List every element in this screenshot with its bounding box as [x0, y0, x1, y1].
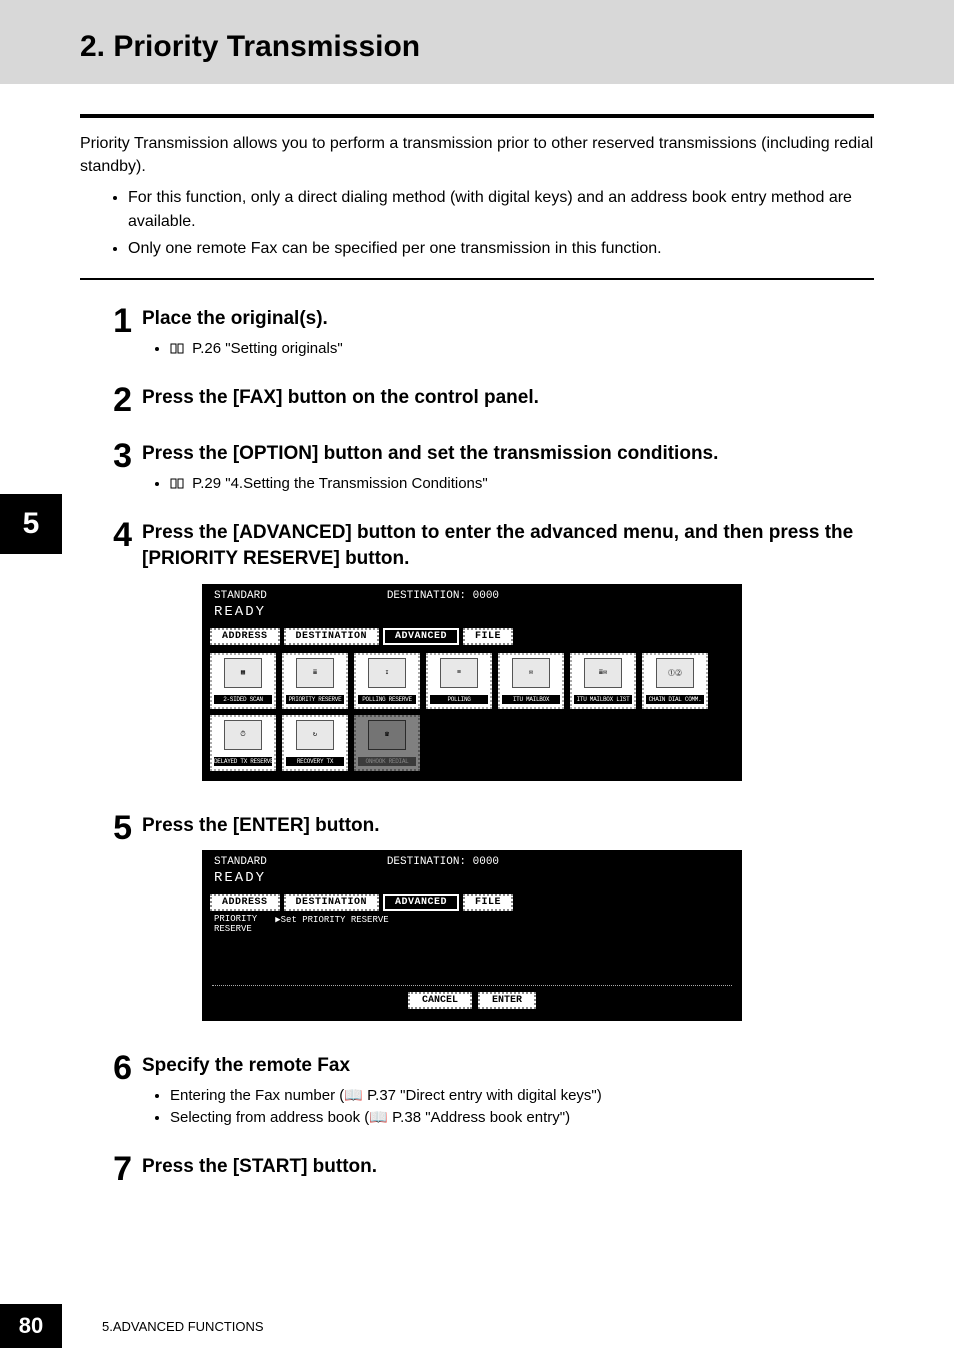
page-number: 80: [0, 1304, 62, 1348]
step-3: 3 Press the [OPTION] button and set the …: [80, 439, 874, 496]
divider: [80, 114, 874, 118]
screen-ready: READY: [208, 604, 736, 628]
step-5: 5 Press the [ENTER] button. STANDARD DES…: [80, 811, 874, 1029]
step-sub-item: P.26 "Setting originals": [170, 338, 874, 362]
intro-bullets: For this function, only a direct dialing…: [80, 186, 874, 260]
step-sub-item: P.29 "4.Setting the Transmission Conditi…: [170, 473, 874, 497]
icon-priority-reserve[interactable]: ≣PRIORITY RESERVE: [282, 653, 348, 709]
lcd-screen-enter: STANDARD DESTINATION: 0000 READY ADDRESS…: [202, 850, 742, 1021]
screen-standard: STANDARD: [214, 856, 267, 868]
tab-address[interactable]: ADDRESS: [210, 628, 280, 645]
step-1: 1 Place the original(s). P.26 "Setting o…: [80, 304, 874, 361]
step-number: 3: [98, 439, 132, 496]
steps-container: 1 Place the original(s). P.26 "Setting o…: [80, 304, 874, 1186]
screen-destination: DESTINATION: 0000: [387, 856, 499, 868]
divider: [80, 278, 874, 280]
book-icon: [170, 474, 184, 497]
step-sub-item: Selecting from address book (📖 P.38 "Add…: [170, 1107, 874, 1130]
screen-tabs: ADDRESS DESTINATION ADVANCED FILE: [208, 628, 736, 645]
tab-advanced[interactable]: ADVANCED: [383, 628, 459, 645]
screen-destination: DESTINATION: 0000: [387, 590, 499, 602]
content-area: Priority Transmission allows you to perf…: [0, 114, 954, 1186]
step-title: Press the [OPTION] button and set the tr…: [142, 441, 874, 467]
step-6: 6 Specify the remote Fax Entering the Fa…: [80, 1051, 874, 1130]
step-number: 1: [98, 304, 132, 361]
icon-chain-dial[interactable]: ⓵⓶CHAIN DIAL COMM.: [642, 653, 708, 709]
page-title: 2. Priority Transmission: [80, 30, 954, 64]
icon-grid: ▦2-SIDED SCAN ≣PRIORITY RESERVE ↧POLLING…: [208, 645, 736, 771]
dotted-divider: [212, 985, 732, 986]
step-4: 4 Press the [ADVANCED] button to enter t…: [80, 518, 874, 788]
tab-destination[interactable]: DESTINATION: [284, 628, 380, 645]
lcd-screen-advanced: STANDARD DESTINATION: 0000 READY ADDRESS…: [202, 584, 742, 781]
step-2: 2 Press the [FAX] button on the control …: [80, 383, 874, 417]
intro-bullet: For this function, only a direct dialing…: [128, 186, 874, 232]
book-icon: [170, 339, 184, 362]
enter-button[interactable]: ENTER: [478, 992, 536, 1009]
tab-file[interactable]: FILE: [463, 628, 513, 645]
step-title: Press the [FAX] button on the control pa…: [142, 385, 874, 411]
footer-text: 5.ADVANCED FUNCTIONS: [102, 1319, 264, 1334]
priority-reserve-label: PRIORITY RESERVE: [214, 915, 257, 935]
tab-address[interactable]: ADDRESS: [210, 894, 280, 911]
icon-polling-reserve[interactable]: ↧POLLING RESERVE: [354, 653, 420, 709]
step-number: 5: [98, 811, 132, 1029]
intro-bullet: Only one remote Fax can be specified per…: [128, 237, 874, 260]
tab-advanced[interactable]: ADVANCED: [383, 894, 459, 911]
step-title: Place the original(s).: [142, 306, 874, 332]
title-band: 2. Priority Transmission: [0, 0, 954, 84]
icon-polling[interactable]: ≡POLLING: [426, 653, 492, 709]
step-number: 4: [98, 518, 132, 788]
icon-delayed-tx[interactable]: ⏱DELAYED TX RESERVE: [210, 715, 276, 771]
screen-ready: READY: [208, 870, 736, 894]
set-priority-line: ▶Set PRIORITY RESERVE: [275, 915, 388, 925]
step-sub-item: Entering the Fax number (📖 P.37 "Direct …: [170, 1085, 874, 1108]
chapter-tab: 5: [0, 494, 62, 554]
step-7: 7 Press the [START] button.: [80, 1152, 874, 1186]
tab-destination[interactable]: DESTINATION: [284, 894, 380, 911]
step-title: Press the [ADVANCED] button to enter the…: [142, 520, 874, 571]
step-number: 6: [98, 1051, 132, 1130]
screen-standard: STANDARD: [214, 590, 267, 602]
step-number: 2: [98, 383, 132, 417]
intro-paragraph: Priority Transmission allows you to perf…: [80, 132, 874, 178]
cancel-button[interactable]: CANCEL: [408, 992, 472, 1009]
icon-recovery-tx[interactable]: ↻RECOVERY TX: [282, 715, 348, 771]
icon-onhook-redial[interactable]: ☎ONHOOK REDIAL: [354, 715, 420, 771]
screen-tabs: ADDRESS DESTINATION ADVANCED FILE: [208, 894, 736, 911]
tab-file[interactable]: FILE: [463, 894, 513, 911]
icon-itu-mailbox[interactable]: ✉ITU MAILBOX: [498, 653, 564, 709]
step-title: Specify the remote Fax: [142, 1053, 874, 1079]
page-footer: 80 5.ADVANCED FUNCTIONS: [0, 1304, 954, 1348]
icon-itu-mailbox-list[interactable]: ≣✉ITU MAILBOX LIST: [570, 653, 636, 709]
step-title: Press the [ENTER] button.: [142, 813, 874, 839]
step-title: Press the [START] button.: [142, 1154, 874, 1180]
step-number: 7: [98, 1152, 132, 1186]
icon-2sided-scan[interactable]: ▦2-SIDED SCAN: [210, 653, 276, 709]
